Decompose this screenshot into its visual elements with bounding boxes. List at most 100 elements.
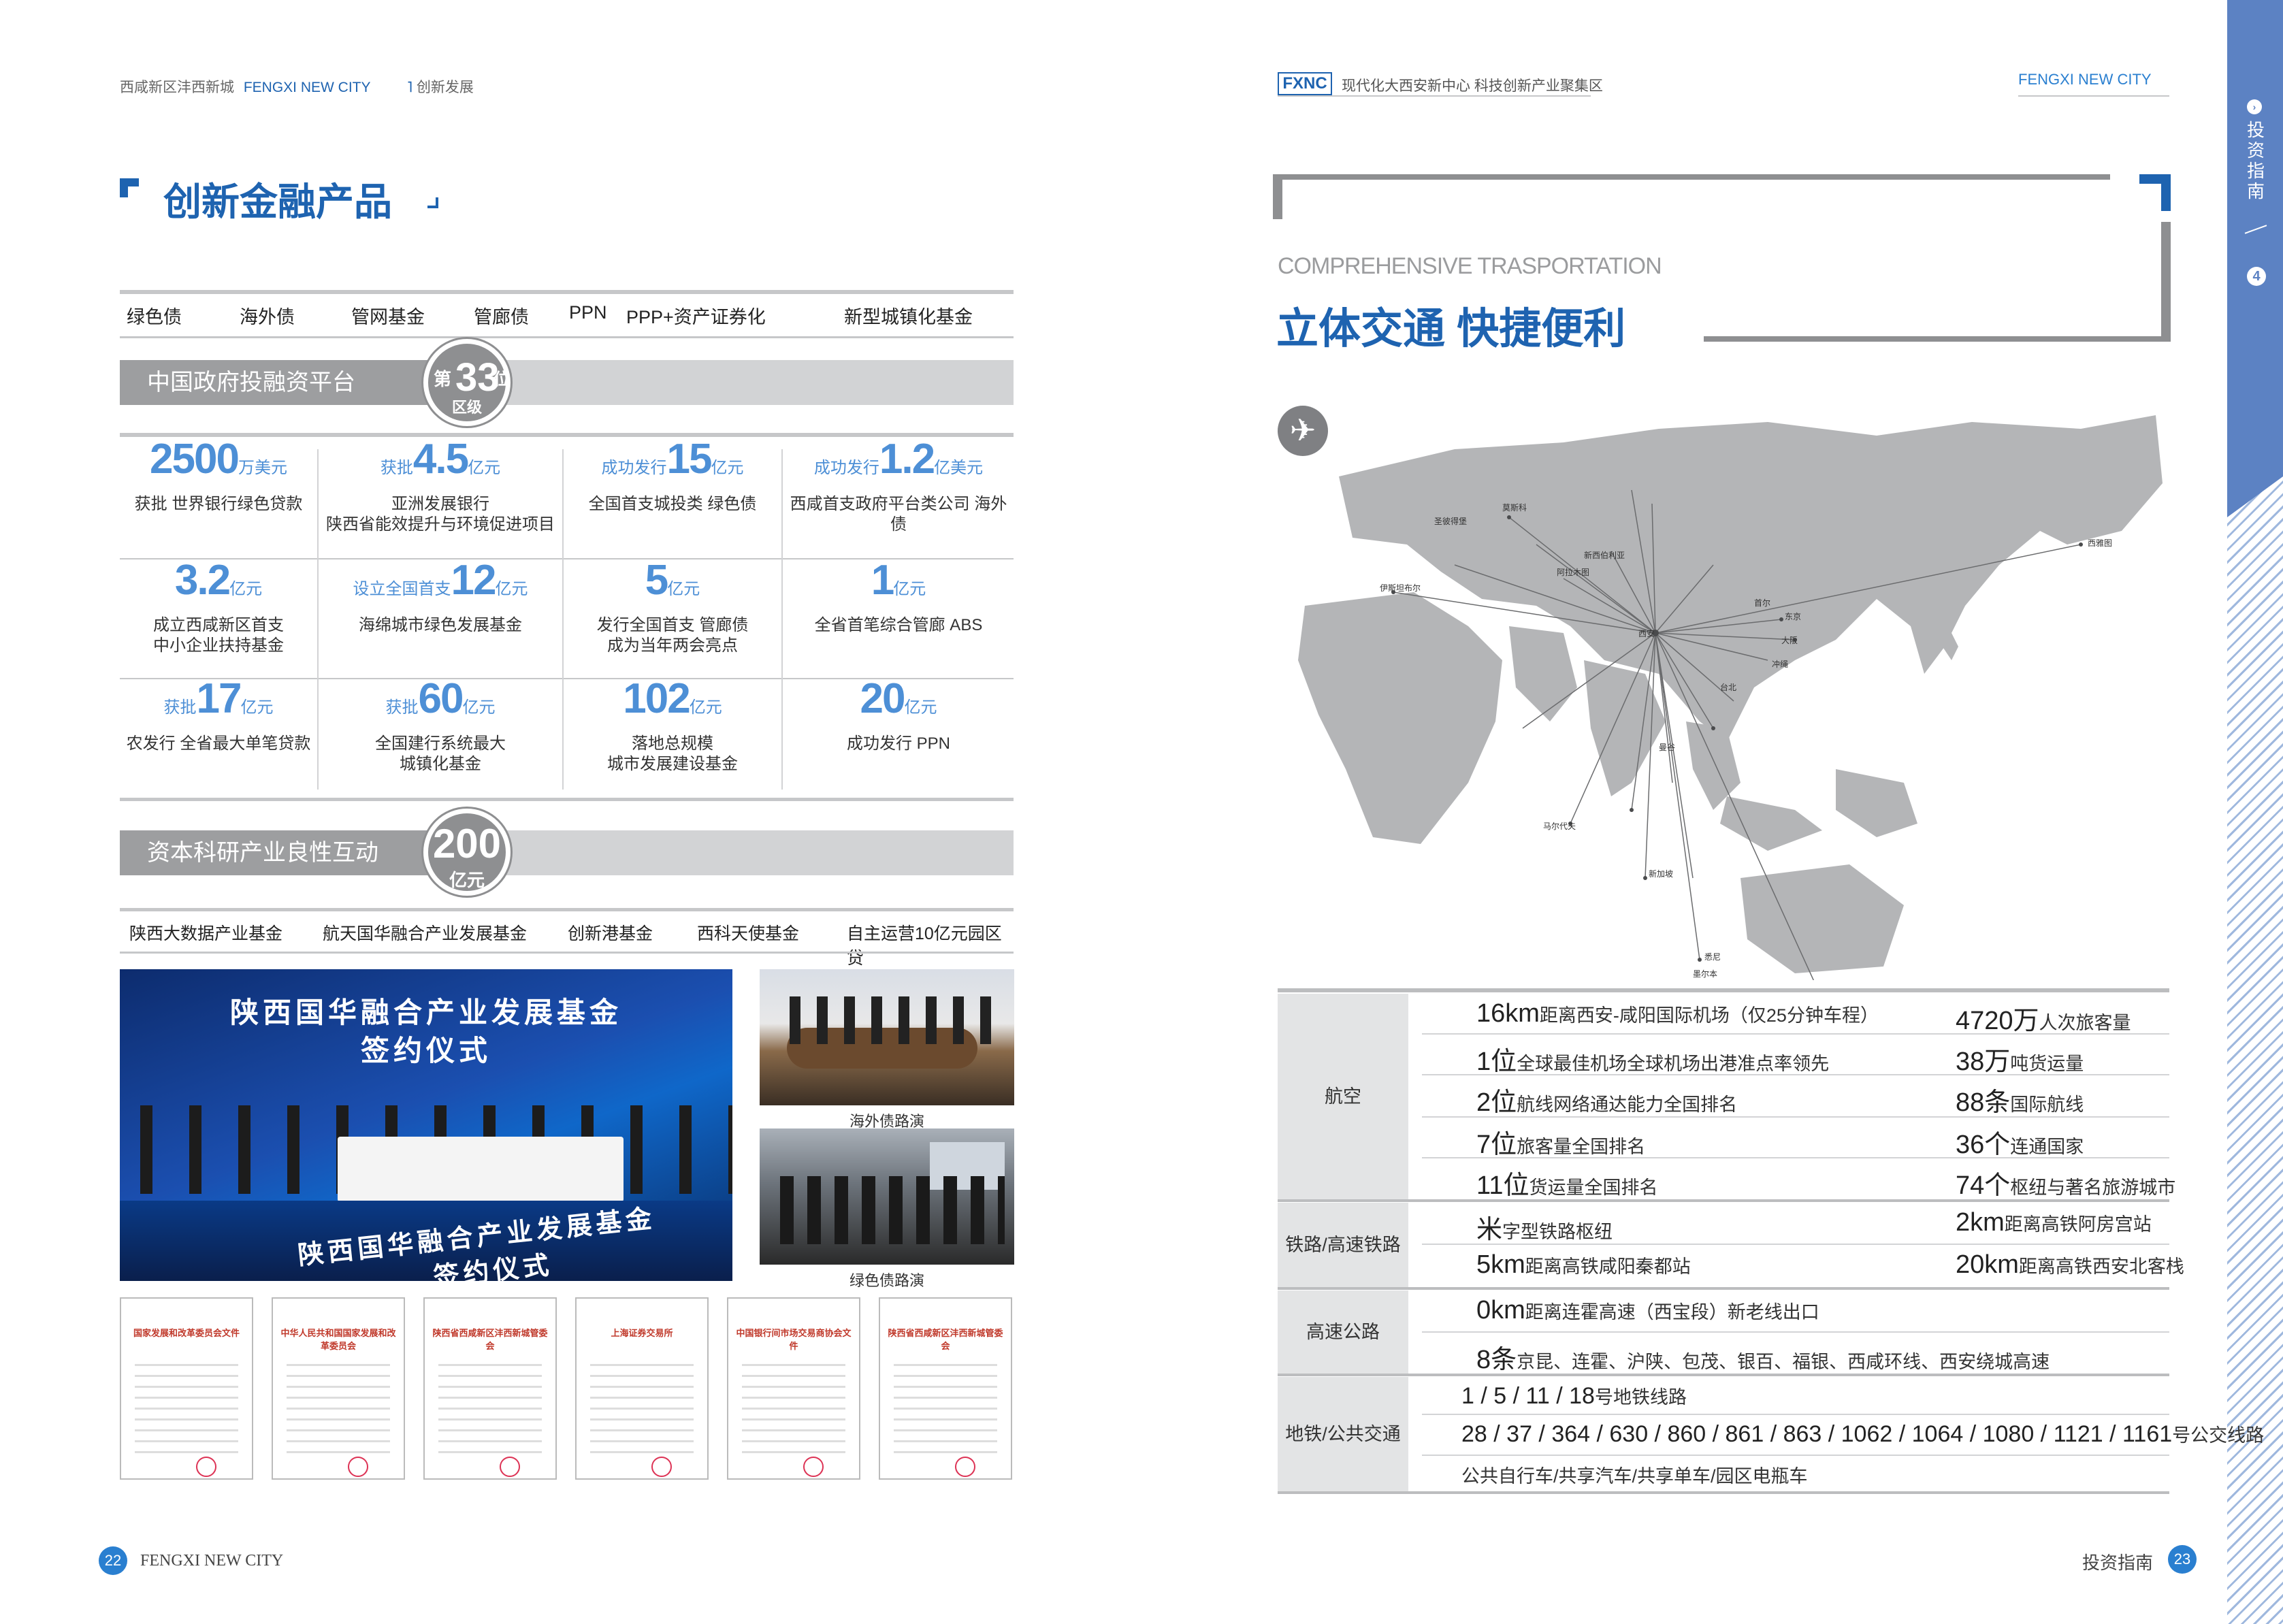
tag-item: PPN bbox=[569, 302, 607, 323]
platform-rank-badge: 第 33 位 区级 bbox=[423, 339, 511, 426]
fund-item: 自主运营10亿元园区贷 bbox=[847, 924, 1002, 968]
left-page: 西咸新区沣西新城 FENGXI NEW CITY ˥ 创新发展 创新金融产品 绿… bbox=[0, 0, 1142, 1624]
svg-text:阿拉木图: 阿拉木图 bbox=[1557, 567, 1589, 577]
transport-row-item: 1位全球最佳机场全球机场出港准点率领先 bbox=[1476, 1040, 1829, 1077]
platform-label: 中国政府投融资平台 bbox=[120, 360, 434, 405]
svg-text:大阪: 大阪 bbox=[1781, 636, 1798, 645]
stat-desc: 发行全国首支 管廊债 bbox=[596, 616, 749, 634]
stat-number: 12 bbox=[451, 557, 497, 604]
transport-value: 74个 bbox=[1956, 1171, 2011, 1200]
fund-item: 创新港基金 bbox=[568, 924, 653, 943]
transport-row-item: 公共自行车/共享汽车/共享单车/园区电瓶车 bbox=[1461, 1461, 1808, 1488]
header-section: ˥ 创新发展 bbox=[407, 80, 474, 95]
svg-text:曼谷: 曼谷 bbox=[1659, 743, 1675, 752]
seal-icon bbox=[803, 1457, 824, 1477]
fund-item: 陕西大数据产业基金 bbox=[129, 924, 283, 943]
document-title: 陕西省西咸新区沣西新城管委会 bbox=[432, 1328, 548, 1351]
stat-number: 1 bbox=[871, 557, 895, 604]
transport-row-item: 20km距离高铁西安北客栈 bbox=[1956, 1250, 2184, 1280]
transport-value: 5km bbox=[1476, 1250, 1525, 1279]
svg-text:莫斯科: 莫斯科 bbox=[1502, 503, 1527, 513]
stat-desc: 亚洲发展银行 bbox=[391, 495, 489, 513]
stat-number: 4.5 bbox=[412, 436, 469, 483]
transport-row-item: 2km距离高铁阿房宫站 bbox=[1956, 1208, 2152, 1237]
svg-text:墨尔本: 墨尔本 bbox=[1693, 969, 1717, 979]
svg-text:马尔代夫: 马尔代夫 bbox=[1543, 821, 1576, 831]
stat-cell: 3.2亿元 成立西咸新区首支 中小企业扶持基金 bbox=[120, 559, 317, 656]
seal-icon bbox=[500, 1457, 520, 1477]
stat-desc: 落地总规模 bbox=[632, 734, 713, 753]
signing-table bbox=[338, 1137, 624, 1202]
transport-desc: 旅客量全国排名 bbox=[1517, 1137, 1646, 1157]
transport-value: 1 / 5 / 11 / 18 bbox=[1461, 1383, 1595, 1409]
document-thumbnail: 中国银行间市场交易商协会文件 bbox=[727, 1297, 860, 1480]
section-subtitle: COMPREHENSIVE TRASPORTATION bbox=[1278, 253, 1662, 279]
transport-desc: 距离高铁咸阳秦都站 bbox=[1525, 1256, 1691, 1277]
transport-row-item: 38万吨货运量 bbox=[1956, 1040, 2084, 1077]
stat-desc: 全国首支城投类 绿色债 bbox=[588, 495, 757, 513]
stat-prefix: 成功发行 bbox=[601, 459, 667, 477]
transport-row-item: 88条国际航线 bbox=[1956, 1081, 2084, 1118]
signing-ceremony-photo: 陕西国华融合产业发展基金 签约仪式 陕西国华融合产业发展基金 签约仪式 bbox=[120, 969, 732, 1281]
transport-row-item: 0km距离连霍高速（西宝段）新老线出口 bbox=[1476, 1296, 1819, 1325]
transport-desc: 字型铁路枢纽 bbox=[1502, 1222, 1613, 1242]
transport-row-item: 36个连通国家 bbox=[1956, 1123, 2084, 1160]
transport-value: 20km bbox=[1956, 1250, 2019, 1279]
transport-desc: 公共自行车/共享汽车/共享单车/园区电瓶车 bbox=[1461, 1466, 1808, 1487]
transport-row-item: 5km距离高铁咸阳秦都站 bbox=[1476, 1250, 1691, 1280]
tag-item: 管廊债 bbox=[474, 307, 529, 327]
document-title: 中华人民共和国国家发展和改革委员会 bbox=[280, 1328, 396, 1351]
seal-icon bbox=[196, 1457, 216, 1477]
rank-number: 33 bbox=[455, 355, 500, 400]
document-thumbnail: 上海证券交易所 bbox=[575, 1297, 709, 1480]
stat-number: 15 bbox=[666, 436, 713, 483]
stat-desc: 成功发行 PPN bbox=[846, 734, 950, 753]
seal-icon bbox=[955, 1457, 975, 1477]
stat-unit: 亿元 bbox=[462, 698, 496, 717]
stat-desc: 农发行 全省最大单笔贷款 bbox=[126, 734, 311, 753]
stat-desc: 西咸首支政府平台类公司 海外债 bbox=[790, 495, 1007, 534]
stat-unit: 亿元 bbox=[229, 580, 263, 598]
document-thumbnail: 国家发展和改革委员会文件 bbox=[120, 1297, 253, 1480]
caption-green-bond: 绿色债路演 bbox=[849, 1272, 924, 1289]
stat-unit: 亿元 bbox=[689, 698, 722, 717]
document-title: 陕西省西咸新区沣西新城管委会 bbox=[888, 1328, 1003, 1351]
side-tab[interactable] bbox=[2227, 0, 2283, 517]
stat-desc: 全省首笔综合管廊 ABS bbox=[814, 616, 983, 634]
svg-text:新加坡: 新加坡 bbox=[1649, 868, 1673, 879]
footer-label: 投资指南 bbox=[2082, 1553, 2154, 1573]
title-corner-icon bbox=[120, 178, 139, 197]
stat-unit: 亿元 bbox=[893, 580, 926, 598]
document-title: 上海证券交易所 bbox=[611, 1328, 673, 1338]
page-title: 创新金融产品 bbox=[163, 180, 392, 223]
transport-value: 11位 bbox=[1476, 1171, 1529, 1200]
stat-cell: 成功发行1.2亿美元 西咸首支政府平台类公司 海外债 bbox=[783, 438, 1014, 535]
tag-item: 管网基金 bbox=[351, 307, 425, 327]
fxnc-logo: FXNC bbox=[1278, 72, 1332, 95]
stat-unit: 亿美元 bbox=[934, 459, 984, 477]
transport-category: 铁路/高速铁路 bbox=[1278, 1203, 1408, 1287]
transport-value: 米 bbox=[1476, 1216, 1503, 1244]
transport-value: 8条 bbox=[1476, 1346, 1517, 1374]
document-title: 国家发展和改革委员会文件 bbox=[133, 1328, 240, 1338]
rank-sub: 区级 bbox=[451, 399, 482, 416]
stat-number: 20 bbox=[860, 675, 906, 722]
header-brand-right: FENGXI NEW CITY bbox=[2018, 71, 2152, 88]
page-number-right: 23 bbox=[2168, 1545, 2197, 1574]
transport-row-item: 1 / 5 / 11 / 18号地铁线路 bbox=[1461, 1382, 1687, 1410]
stat-cell: 5亿元 发行全国首支 管廊债 成为当年两会亮点 bbox=[564, 559, 781, 656]
transport-category: 地铁/公共交通 bbox=[1278, 1377, 1408, 1491]
transport-value: 88条 bbox=[1956, 1088, 2011, 1117]
transport-value: 38万 bbox=[1956, 1048, 2011, 1076]
stat-number: 102 bbox=[623, 675, 690, 722]
stat-desc: 中小企业扶持基金 bbox=[153, 636, 284, 655]
svg-text:伊斯坦布尔: 伊斯坦布尔 bbox=[1380, 583, 1421, 593]
stat-desc: 海绵城市绿色发展基金 bbox=[359, 616, 522, 634]
stat-unit: 亿元 bbox=[904, 698, 937, 717]
transport-desc: 吨货运量 bbox=[2010, 1054, 2084, 1074]
capital-label: 资本科研产业良性互动 bbox=[120, 830, 434, 875]
stat-number: 17 bbox=[196, 675, 242, 722]
seal-icon bbox=[651, 1457, 672, 1477]
stat-number: 1.2 bbox=[879, 436, 935, 483]
transport-desc: 距离高铁西安北客栈 bbox=[2018, 1256, 2184, 1277]
